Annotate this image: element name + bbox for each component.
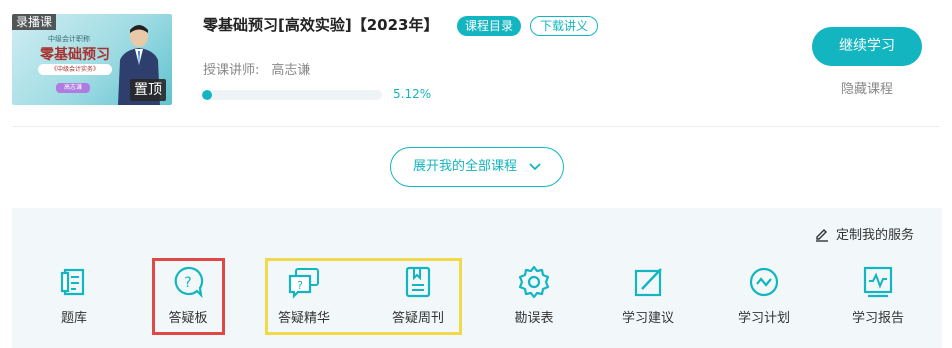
thumbnail-title: 零基础预习 <box>40 47 110 63</box>
question-bank-icon <box>60 268 85 296</box>
service-label: 学习报告 <box>851 311 904 326</box>
divider <box>12 126 940 127</box>
service-label: 题库 <box>60 311 87 326</box>
expand-all-courses-label: 展开我的全部课程 <box>412 159 517 174</box>
customize-services-label: 定制我的服务 <box>836 228 915 243</box>
course-title[interactable]: 零基础预习[高效实验]【2023年】 <box>203 14 438 36</box>
expand-all-courses-button[interactable]: 展开我的全部课程 <box>390 147 564 187</box>
thumbnail-subtitle: 中级会计职称 <box>48 35 90 43</box>
service-label: 学习计划 <box>737 311 790 326</box>
study-report-icon <box>863 266 893 298</box>
thumbnail-pill: 《中级会计实务》 <box>38 64 112 75</box>
hide-course-link[interactable]: 隐藏课程 <box>812 78 922 97</box>
customize-services-link[interactable]: 定制我的服务 <box>814 224 914 243</box>
service-study-report[interactable]: 学习报告 <box>838 264 918 326</box>
recorded-course-tag: 录播课 <box>12 14 57 30</box>
service-errata[interactable]: 勘误表 <box>494 264 574 326</box>
progress-bar-fill <box>202 90 212 100</box>
errata-icon <box>518 265 550 299</box>
thumbnail-teacher-badge: 高志谦 <box>56 83 90 93</box>
pin-to-top-label[interactable]: 置顶 <box>130 79 166 101</box>
course-thumbnail[interactable]: 录播课 中级会计职称 零基础预习 《中级会计实务》 高志谦 置顶 <box>12 14 172 105</box>
teacher-info: 授课讲师: 高志谦 <box>203 59 310 78</box>
service-study-advice[interactable]: 学习建议 <box>608 264 688 326</box>
service-label: 勘误表 <box>514 311 554 326</box>
progress-bar <box>202 90 382 100</box>
service-label: 学习建议 <box>621 311 674 326</box>
progress-percent: 5.12% <box>393 87 432 101</box>
service-study-plan[interactable]: 学习计划 <box>724 264 804 326</box>
continue-learning-button[interactable]: 继续学习 <box>812 27 922 66</box>
teacher-label: 授课讲师: <box>203 63 260 78</box>
download-handout-button[interactable]: 下载讲义 <box>530 16 599 36</box>
service-question-bank[interactable]: 题库 <box>34 264 114 326</box>
chevron-down-icon <box>529 162 541 170</box>
study-advice-icon <box>634 268 662 297</box>
course-catalog-button[interactable]: 课程目录 <box>457 16 522 36</box>
teacher-name: 高志谦 <box>271 63 311 78</box>
study-plan-icon <box>749 267 779 297</box>
highlight-box-yellow <box>265 258 462 335</box>
highlight-box-red <box>152 258 225 335</box>
edit-pencil-icon <box>816 229 828 242</box>
